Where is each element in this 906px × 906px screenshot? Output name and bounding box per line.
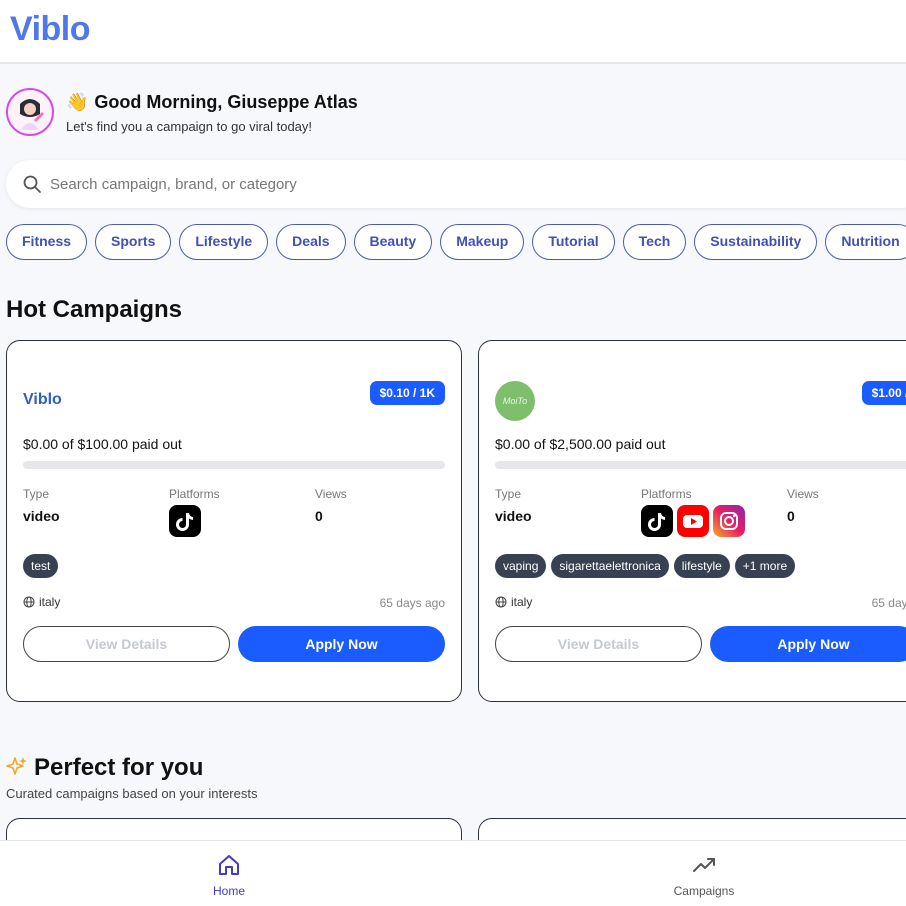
view-details-button[interactable]: View Details xyxy=(495,626,702,662)
brand-logo: Viblo xyxy=(23,391,62,408)
greeting-subtitle: Let's find you a campaign to go viral to… xyxy=(66,119,313,134)
payout-progress-bar xyxy=(23,461,445,469)
app-logo[interactable]: Viblo xyxy=(10,10,91,49)
tag: sigarettaelettronica xyxy=(551,554,669,578)
paid-out-text: $0.00 of $2,500.00 paid out xyxy=(495,436,666,452)
perfect-for-you-subtitle: Curated campaigns based on your interest… xyxy=(6,786,258,801)
category-chip-deals[interactable]: Deals xyxy=(276,224,346,260)
rate-badge: $0.10 / 1K xyxy=(369,381,445,405)
paid-out-text: $0.00 of $100.00 paid out xyxy=(23,436,182,452)
bottom-navigation: Home Campaigns xyxy=(0,840,906,906)
hot-campaigns-title: Hot Campaigns xyxy=(6,296,183,323)
tiktok-icon xyxy=(169,505,201,537)
search-bar[interactable] xyxy=(6,160,906,208)
platforms-label: Platforms xyxy=(641,487,692,501)
type-value: video xyxy=(495,508,532,524)
nav-campaigns[interactable]: Campaigns xyxy=(644,841,764,906)
top-bar: Viblo xyxy=(0,0,906,64)
type-label: Type xyxy=(495,487,522,501)
greeting-text: Good Morning, Giuseppe Atlas xyxy=(94,92,358,112)
location: italy xyxy=(495,595,532,609)
globe-icon xyxy=(495,596,507,608)
greeting-section: 👋 Good Morning, Giuseppe Atlas Let's find… xyxy=(6,88,886,136)
category-chip-beauty[interactable]: Beauty xyxy=(353,224,433,260)
payout-progress-bar xyxy=(495,461,906,469)
sparkle-icon xyxy=(6,757,27,775)
posted-age: 65 days ago xyxy=(871,596,906,610)
trending-up-icon xyxy=(693,858,715,872)
waving-hand-icon: 👋 xyxy=(66,92,89,112)
type-label: Type xyxy=(23,487,50,501)
search-icon xyxy=(23,175,41,193)
globe-icon xyxy=(23,596,35,608)
greeting-title: 👋 Good Morning, Giuseppe Atlas xyxy=(66,92,358,113)
tiktok-icon xyxy=(641,505,673,537)
posted-age: 65 days ago xyxy=(379,596,445,610)
nav-home[interactable]: Home xyxy=(169,841,289,906)
tag-list: test xyxy=(23,554,63,578)
perfect-for-you-title: Perfect for you xyxy=(34,754,204,781)
views-label: Views xyxy=(315,487,347,501)
search-input[interactable] xyxy=(50,160,650,208)
rate-badge: $1.00 / 1K xyxy=(861,381,906,405)
location-text: italy xyxy=(39,595,61,609)
youtube-icon xyxy=(677,505,709,537)
views-value: 0 xyxy=(315,508,323,524)
location: italy xyxy=(23,595,60,609)
category-chip-lifestyle[interactable]: Lifestyle xyxy=(179,224,269,260)
brand-logo: MoiTo xyxy=(495,381,535,421)
apply-now-button[interactable]: Apply Now xyxy=(238,626,445,662)
nav-campaigns-label: Campaigns xyxy=(673,884,735,898)
apply-now-button[interactable]: Apply Now xyxy=(710,626,906,662)
platforms-label: Platforms xyxy=(169,487,220,501)
category-chip-sports[interactable]: Sports xyxy=(95,224,172,260)
instagram-icon xyxy=(713,505,745,537)
view-details-button[interactable]: View Details xyxy=(23,626,230,662)
tag: lifestyle xyxy=(673,554,730,578)
campaign-card[interactable]: MoiTo $1.00 / 1K $0.00 of $2,500.00 paid… xyxy=(478,340,906,702)
tag-list: vaping sigarettaelettronica lifestyle +1 mo… xyxy=(495,554,800,578)
location-text: italy xyxy=(511,595,533,609)
platform-icons xyxy=(169,505,205,537)
category-chip-nutrition[interactable]: Nutrition xyxy=(825,224,906,260)
platform-icons xyxy=(641,505,749,537)
type-value: video xyxy=(23,508,60,524)
category-chip-sustainability[interactable]: Sustainability xyxy=(694,224,818,260)
category-chip-fitness[interactable]: Fitness xyxy=(6,224,88,260)
category-chip-tutorial[interactable]: Tutorial xyxy=(532,224,615,260)
tag: vaping xyxy=(495,554,547,578)
views-value: 0 xyxy=(787,508,795,524)
avatar[interactable] xyxy=(6,88,54,136)
home-icon xyxy=(219,855,239,875)
views-label: Views xyxy=(787,487,819,501)
tag: test xyxy=(23,554,59,578)
category-chips: Fitness Sports Lifestyle Deals Beauty Makeup T… xyxy=(6,224,906,260)
nav-home-label: Home xyxy=(212,884,245,898)
category-chip-tech[interactable]: Tech xyxy=(622,224,687,260)
campaign-card[interactable]: Viblo $0.10 / 1K $0.00 of $100.00 paid o… xyxy=(6,340,462,702)
more-tags-badge[interactable]: +1 more xyxy=(734,554,796,578)
category-chip-makeup[interactable]: Makeup xyxy=(440,224,525,260)
